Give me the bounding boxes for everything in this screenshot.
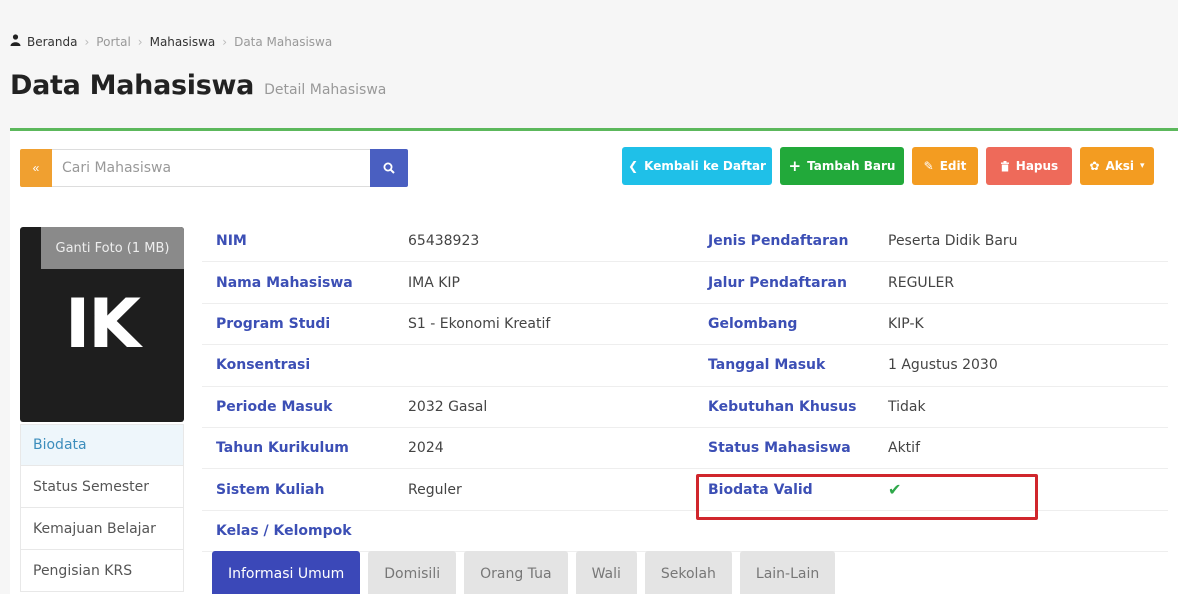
delete-button[interactable]: Hapus (986, 147, 1072, 185)
caret-down-icon: ▾ (1140, 161, 1145, 171)
page-header: Data Mahasiswa Detail Mahasiswa (10, 70, 386, 101)
breadcrumb-mahasiswa[interactable]: Mahasiswa (150, 35, 216, 49)
side-menu-item-status-semester[interactable]: Status Semester (20, 466, 184, 508)
table-row: Nama Mahasiswa IMA KIP Jalur Pendaftaran… (202, 262, 1168, 304)
field-label: Status Mahasiswa (708, 440, 851, 457)
delete-label: Hapus (1015, 159, 1059, 173)
field-label: Konsentrasi (216, 357, 311, 374)
add-new-button[interactable]: + Tambah Baru (780, 147, 904, 185)
pencil-icon: ✎ (923, 159, 934, 173)
field-value: Tidak (888, 398, 926, 415)
more-actions-label: Aksi (1105, 159, 1135, 173)
chevron-right-icon: › (137, 34, 143, 49)
field-value: S1 - Ekonomi Kreatif (408, 315, 551, 332)
search-input[interactable] (52, 149, 370, 187)
field-label: NIM (216, 233, 247, 250)
side-menu-item-kemajuan-belajar[interactable]: Kemajuan Belajar (20, 508, 184, 550)
gear-icon: ✿ (1089, 159, 1100, 173)
more-actions-dropdown[interactable]: ✿ Aksi ▾ (1080, 147, 1154, 185)
breadcrumb-portal[interactable]: Portal (96, 35, 130, 49)
main-panel: « ❮ Kembali ke Daftar + Tambah Baru ✎ Ed… (10, 128, 1178, 594)
home-icon (10, 34, 21, 49)
field-value: 1 Agustus 2030 (888, 357, 998, 374)
search-icon (383, 162, 395, 174)
tab-informasi-umum[interactable]: Informasi Umum (212, 551, 361, 594)
edit-button[interactable]: ✎ Edit (912, 147, 978, 185)
table-row: Periode Masuk 2032 Gasal Kebutuhan Khusu… (202, 387, 1168, 428)
breadcrumb-home[interactable]: Beranda (27, 35, 77, 49)
field-label: Tahun Kurikulum (216, 440, 349, 457)
page-subtitle: Detail Mahasiswa (264, 82, 387, 98)
field-value: 2032 Gasal (408, 398, 488, 415)
field-label: Gelombang (708, 315, 798, 332)
side-menu: Biodata Status Semester Kemajuan Belajar… (20, 424, 184, 592)
field-label: Periode Masuk (216, 398, 333, 415)
trash-icon (1000, 160, 1009, 171)
field-label: Tanggal Masuk (708, 357, 826, 374)
table-row: Program Studi S1 - Ekonomi Kreatif Gelom… (202, 304, 1168, 346)
field-label: Kebutuhan Khusus (708, 398, 857, 415)
breadcrumb-current: Data Mahasiswa (234, 34, 333, 49)
action-buttons: ❮ Kembali ke Daftar + Tambah Baru ✎ Edit… (622, 147, 1154, 185)
chevron-right-icon: › (222, 34, 228, 49)
student-photo: Ganti Foto (1 MB) IK (20, 227, 184, 422)
field-label: Nama Mahasiswa (216, 274, 353, 291)
tab-sekolah[interactable]: Sekolah (644, 551, 732, 594)
biodata-valid-highlight (696, 474, 1038, 520)
field-label: Jalur Pendaftaran (708, 274, 847, 291)
tab-wali[interactable]: Wali (575, 551, 637, 594)
field-value: Peserta Didik Baru (888, 233, 1018, 250)
avatar-initials: IK (65, 285, 141, 364)
search-bar: « (20, 149, 408, 187)
tab-orang-tua[interactable]: Orang Tua (464, 551, 568, 594)
page-title: Data Mahasiswa (10, 70, 255, 101)
back-to-list-button[interactable]: ❮ Kembali ke Daftar (622, 147, 772, 185)
field-label: Jenis Pendaftaran (708, 233, 849, 250)
collapse-button[interactable]: « (20, 149, 52, 187)
table-row: NIM 65438923 Jenis Pendaftaran Peserta D… (202, 221, 1168, 263)
search-button[interactable] (370, 149, 408, 187)
change-photo-button[interactable]: Ganti Foto (1 MB) (41, 227, 184, 269)
field-value: Aktif (888, 440, 920, 457)
chevron-right-icon: › (84, 34, 90, 49)
tab-lain-lain[interactable]: Lain-Lain (739, 551, 836, 594)
add-new-label: Tambah Baru (807, 159, 896, 173)
field-label: Sistem Kuliah (216, 481, 325, 498)
field-value: Reguler (408, 481, 462, 498)
chevron-left-icon: ❮ (628, 159, 639, 173)
field-label: Kelas / Kelompok (216, 522, 352, 539)
table-row: Konsentrasi Tanggal Masuk 1 Agustus 2030 (202, 345, 1168, 387)
tab-domisili[interactable]: Domisili (368, 551, 457, 594)
side-menu-item-pengisian-krs[interactable]: Pengisian KRS (20, 550, 184, 592)
detail-tabs: Informasi Umum Domisili Orang Tua Wali S… (212, 551, 836, 594)
field-value: REGULER (888, 274, 955, 291)
field-value: IMA KIP (408, 274, 460, 291)
field-value: KIP-K (888, 315, 924, 332)
back-to-list-label: Kembali ke Daftar (644, 159, 766, 173)
field-value: 65438923 (408, 233, 480, 250)
side-menu-item-biodata[interactable]: Biodata (20, 424, 184, 466)
field-label: Program Studi (216, 315, 331, 332)
field-value: 2024 (408, 440, 444, 457)
table-row: Tahun Kurikulum 2024 Status Mahasiswa Ak… (202, 428, 1168, 470)
breadcrumb: Beranda › Portal › Mahasiswa › Data Maha… (10, 34, 332, 49)
plus-icon: + (788, 157, 802, 175)
edit-label: Edit (939, 159, 967, 173)
